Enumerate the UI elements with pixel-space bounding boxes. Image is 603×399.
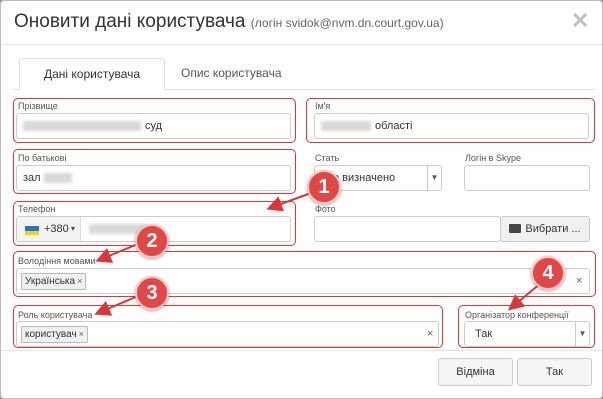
tab-user-description[interactable]: Опис користувача [167, 58, 296, 90]
organizer-select[interactable]: Так ▼ [464, 321, 590, 347]
remove-tag-icon[interactable]: × [79, 329, 84, 339]
name-input[interactable]: області [314, 113, 589, 139]
language-tag-label: Українська [25, 276, 76, 287]
name-value: області [375, 120, 413, 132]
photo-label: Фото [315, 204, 336, 214]
name-label: Ім'я [315, 101, 331, 111]
chevron-down-icon: ▼ [427, 166, 441, 190]
organizer-label: Організатор конференції [465, 310, 569, 320]
dialog-header: Оновити дані користувача (логін svidok@n… [1, 1, 602, 45]
languages-multiselect[interactable]: Українська × × [16, 268, 590, 294]
role-multiselect[interactable]: користувач × × [16, 321, 439, 347]
patronymic-input[interactable]: зал [16, 165, 291, 191]
chevron-down-icon: ▼ [575, 322, 589, 346]
close-icon[interactable]: ✕ [571, 8, 589, 34]
role-tag: користувач × [21, 326, 88, 343]
annotation-badge-4: 4 [531, 256, 565, 290]
dialog-title: Оновити дані користувача (логін svidok@n… [14, 11, 444, 33]
annotation-badge-2: 2 [135, 224, 169, 258]
annotation-badge-3: 3 [135, 276, 169, 310]
dialog-subtitle: (логін svidok@nvm.dn.court.gov.ua) [250, 16, 444, 30]
role-tag-label: користувач [25, 329, 77, 340]
photo-filename-input[interactable] [314, 216, 501, 242]
caret-down-icon: ▾ [71, 224, 76, 233]
surname-value: суд [145, 120, 163, 132]
redacted-text [23, 121, 141, 132]
country-code: +380 [44, 223, 69, 235]
choose-photo-label: Вибрати ... [525, 223, 581, 235]
update-user-dialog: Оновити дані користувача (логін svidok@n… [0, 0, 603, 399]
phone-label: Телефон [18, 204, 56, 214]
dialog-title-text: Оновити дані користувача [14, 11, 246, 32]
language-tag: Українська × [21, 273, 87, 290]
folder-open-icon [509, 224, 522, 233]
ok-button[interactable]: Так [517, 358, 592, 386]
footer-divider [1, 350, 602, 351]
surname-label: Прізвище [18, 101, 58, 111]
skype-input[interactable] [464, 165, 590, 191]
clear-icon[interactable]: × [427, 322, 433, 346]
redacted-text [43, 173, 72, 184]
gender-label: Стать [315, 153, 340, 163]
skype-label: Логін в Skype [465, 153, 521, 163]
patronymic-value: зал [23, 172, 41, 184]
surname-input[interactable]: суд [16, 113, 291, 139]
tab-user-data[interactable]: Дані користувача [19, 58, 165, 90]
clear-icon[interactable]: × [576, 269, 582, 293]
choose-photo-button[interactable]: Вибрати ... [500, 216, 590, 242]
languages-label: Володіння мовами [18, 256, 96, 266]
remove-tag-icon[interactable]: × [77, 276, 82, 286]
annotation-badge-1: 1 [307, 170, 341, 204]
country-code-selector[interactable]: +380 ▾ [17, 217, 81, 241]
cancel-button[interactable]: Відміна [438, 358, 513, 386]
redacted-text [321, 121, 371, 132]
patronymic-label: По батькові [18, 153, 67, 163]
role-label: Роль користувача [18, 310, 93, 320]
ua-flag-icon [25, 226, 39, 235]
tab-bar: Дані користувача Опис користувача [14, 58, 594, 90]
organizer-value: Так [475, 328, 493, 340]
